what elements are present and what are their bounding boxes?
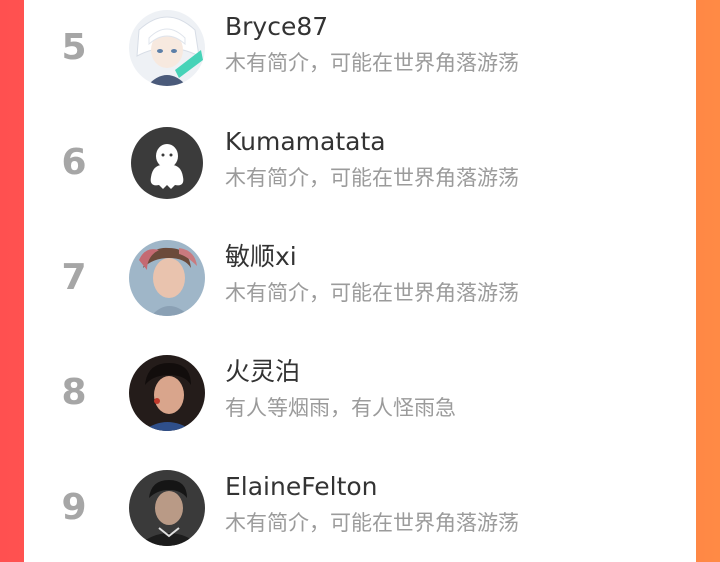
user-name[interactable]: Bryce87 xyxy=(225,10,328,44)
user-name[interactable]: ElaineFelton xyxy=(225,470,378,504)
leaderboard-row[interactable]: 8 火灵泊 有人等烟雨，有人怪雨急 xyxy=(24,349,696,439)
rank-number: 8 xyxy=(61,372,87,413)
user-bio: 木有简介，可能在世界角落游荡 xyxy=(225,511,519,535)
leaderboard-row[interactable]: 5 Bryce87 木有简介，可能在世界角落游荡 xyxy=(24,4,696,94)
user-avatar[interactable] xyxy=(129,10,205,86)
user-name[interactable]: 火灵泊 xyxy=(225,355,300,389)
user-bio: 木有简介，可能在世界角落游荡 xyxy=(225,281,519,305)
user-name[interactable]: 敏顺xi xyxy=(225,240,297,274)
user-name[interactable]: Kumamatata xyxy=(225,125,386,159)
leaderboard-panel: 5 Bryce87 木有简介，可能在世界角落游荡 6 Kumamatata 木有… xyxy=(24,0,696,562)
leaderboard-row[interactable]: 7 敏顺xi 木有简介，可能在世界角落游荡 xyxy=(24,234,696,324)
user-bio: 木有简介，可能在世界角落游荡 xyxy=(225,166,519,190)
user-avatar[interactable] xyxy=(129,355,205,431)
leaderboard-row[interactable]: 9 ElaineFelton 木有简介，可能在世界角落游荡 xyxy=(24,464,696,554)
user-avatar[interactable] xyxy=(129,470,205,546)
user-bio: 有人等烟雨，有人怪雨急 xyxy=(225,396,456,420)
rank-number: 7 xyxy=(61,257,87,298)
rank-number: 9 xyxy=(61,487,87,528)
rank-number: 6 xyxy=(61,142,87,183)
leaderboard-row[interactable]: 6 Kumamatata 木有简介，可能在世界角落游荡 xyxy=(24,119,696,209)
rank-number: 5 xyxy=(61,27,87,68)
user-avatar[interactable] xyxy=(129,240,205,316)
user-bio: 木有简介，可能在世界角落游荡 xyxy=(225,51,519,75)
user-avatar[interactable] xyxy=(129,125,205,201)
